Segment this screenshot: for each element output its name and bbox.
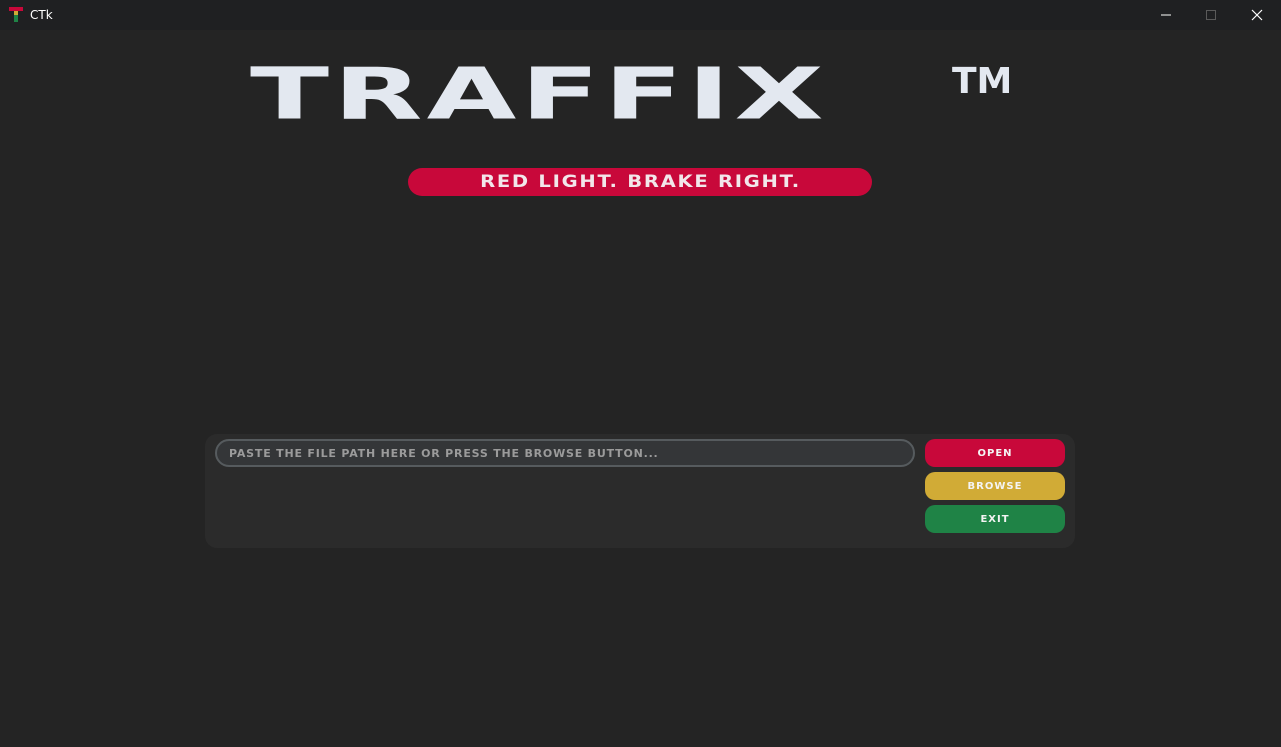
file-path-input[interactable]	[215, 439, 915, 467]
close-button[interactable]	[1234, 0, 1280, 30]
maximize-button[interactable]	[1188, 0, 1234, 30]
window-title: CTk	[30, 8, 53, 22]
traffix-logo: TRAFFIX TM	[250, 52, 1030, 140]
file-panel: OPEN BROWSE EXIT	[205, 434, 1075, 548]
trademark-symbol: TM	[952, 61, 1013, 102]
exit-button[interactable]: EXIT	[925, 505, 1065, 533]
maximize-icon	[1206, 10, 1216, 20]
tagline-text: RED LIGHT. BRAKE RIGHT.	[479, 172, 801, 192]
minimize-button[interactable]	[1143, 0, 1189, 30]
open-button[interactable]: OPEN	[925, 439, 1065, 467]
tagline-banner: RED LIGHT. BRAKE RIGHT.	[408, 168, 872, 196]
browse-button[interactable]: BROWSE	[925, 472, 1065, 500]
traffic-light-app-icon	[9, 7, 23, 22]
logo-wordmark: TRAFFIX	[250, 52, 828, 136]
minimize-icon	[1161, 14, 1171, 16]
window-titlebar[interactable]: CTk	[0, 0, 1281, 30]
close-icon	[1251, 9, 1263, 21]
